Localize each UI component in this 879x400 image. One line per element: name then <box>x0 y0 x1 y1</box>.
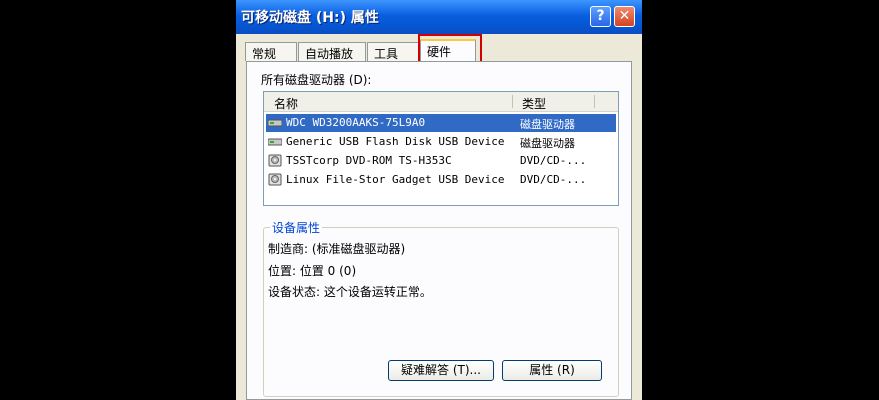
manufacturer-text: 制造商: (标准磁盘驱动器) <box>268 242 406 256</box>
tab-tools[interactable]: 工具 <box>367 42 419 61</box>
location-text: 位置: 位置 0 (0) <box>268 264 357 278</box>
properties-button[interactable]: 属性 (R) <box>502 360 602 381</box>
drive-row[interactable]: Generic USB Flash Disk USB Device 磁盘驱动器 <box>266 133 616 151</box>
window-title: 可移动磁盘 (H:) 属性 <box>241 10 379 26</box>
tab-general[interactable]: 常规 <box>245 42 297 61</box>
drive-name: TSSTcorp DVD-ROM TS-H353C <box>286 154 452 167</box>
drive-type: 磁盘驱动器 <box>520 118 575 131</box>
hard-disk-icon <box>268 119 282 127</box>
drive-list[interactable]: 名称 类型 WDC WD3200AAKS-75L9A0 磁盘驱动器 Generi… <box>263 91 619 206</box>
drive-row[interactable]: WDC WD3200AAKS-75L9A0 磁盘驱动器 <box>266 114 616 132</box>
drives-label: 所有磁盘驱动器 (D): <box>261 73 372 87</box>
column-header-name[interactable]: 名称 <box>274 95 298 112</box>
help-button[interactable]: ? <box>590 6 611 27</box>
drive-type: 磁盘驱动器 <box>520 137 575 150</box>
device-properties-group: 设备属性 制造商: (标准磁盘驱动器) 位置: 位置 0 (0) 设备状态: 这… <box>263 219 619 397</box>
drive-type: DVD/CD-... <box>520 154 587 167</box>
group-title: 设备属性 <box>270 219 323 236</box>
hardware-panel: 所有磁盘驱动器 (D): 名称 类型 WDC WD3200AAKS-75L9A0… <box>246 61 632 400</box>
column-divider[interactable] <box>512 95 513 108</box>
troubleshoot-button[interactable]: 疑难解答 (T)... <box>388 360 494 381</box>
optical-drive-icon <box>268 173 282 186</box>
drive-name: Generic USB Flash Disk USB Device <box>286 135 505 148</box>
optical-drive-icon <box>268 154 282 167</box>
column-divider[interactable] <box>594 95 595 108</box>
tab-autoplay[interactable]: 自动播放 <box>298 42 366 61</box>
device-status-text: 设备状态: 这个设备运转正常。 <box>268 285 432 299</box>
list-header: 名称 类型 <box>264 92 618 112</box>
title-bar[interactable]: 可移动磁盘 (H:) 属性 ? ✕ <box>236 0 642 34</box>
column-header-type[interactable]: 类型 <box>522 95 546 112</box>
drive-name: WDC WD3200AAKS-75L9A0 <box>286 116 426 129</box>
drive-row[interactable]: Linux File-Stor Gadget USB Device DVD/CD… <box>266 171 616 189</box>
drive-type: DVD/CD-... <box>520 173 587 186</box>
drive-row[interactable]: TSSTcorp DVD-ROM TS-H353C DVD/CD-... <box>266 152 616 170</box>
close-button[interactable]: ✕ <box>614 6 635 27</box>
hard-disk-icon <box>268 138 282 146</box>
properties-dialog: 可移动磁盘 (H:) 属性 ? ✕ 常规 自动播放 工具 硬件 所有磁盘驱动器 … <box>236 0 642 400</box>
drive-name: Linux File-Stor Gadget USB Device <box>286 173 505 186</box>
